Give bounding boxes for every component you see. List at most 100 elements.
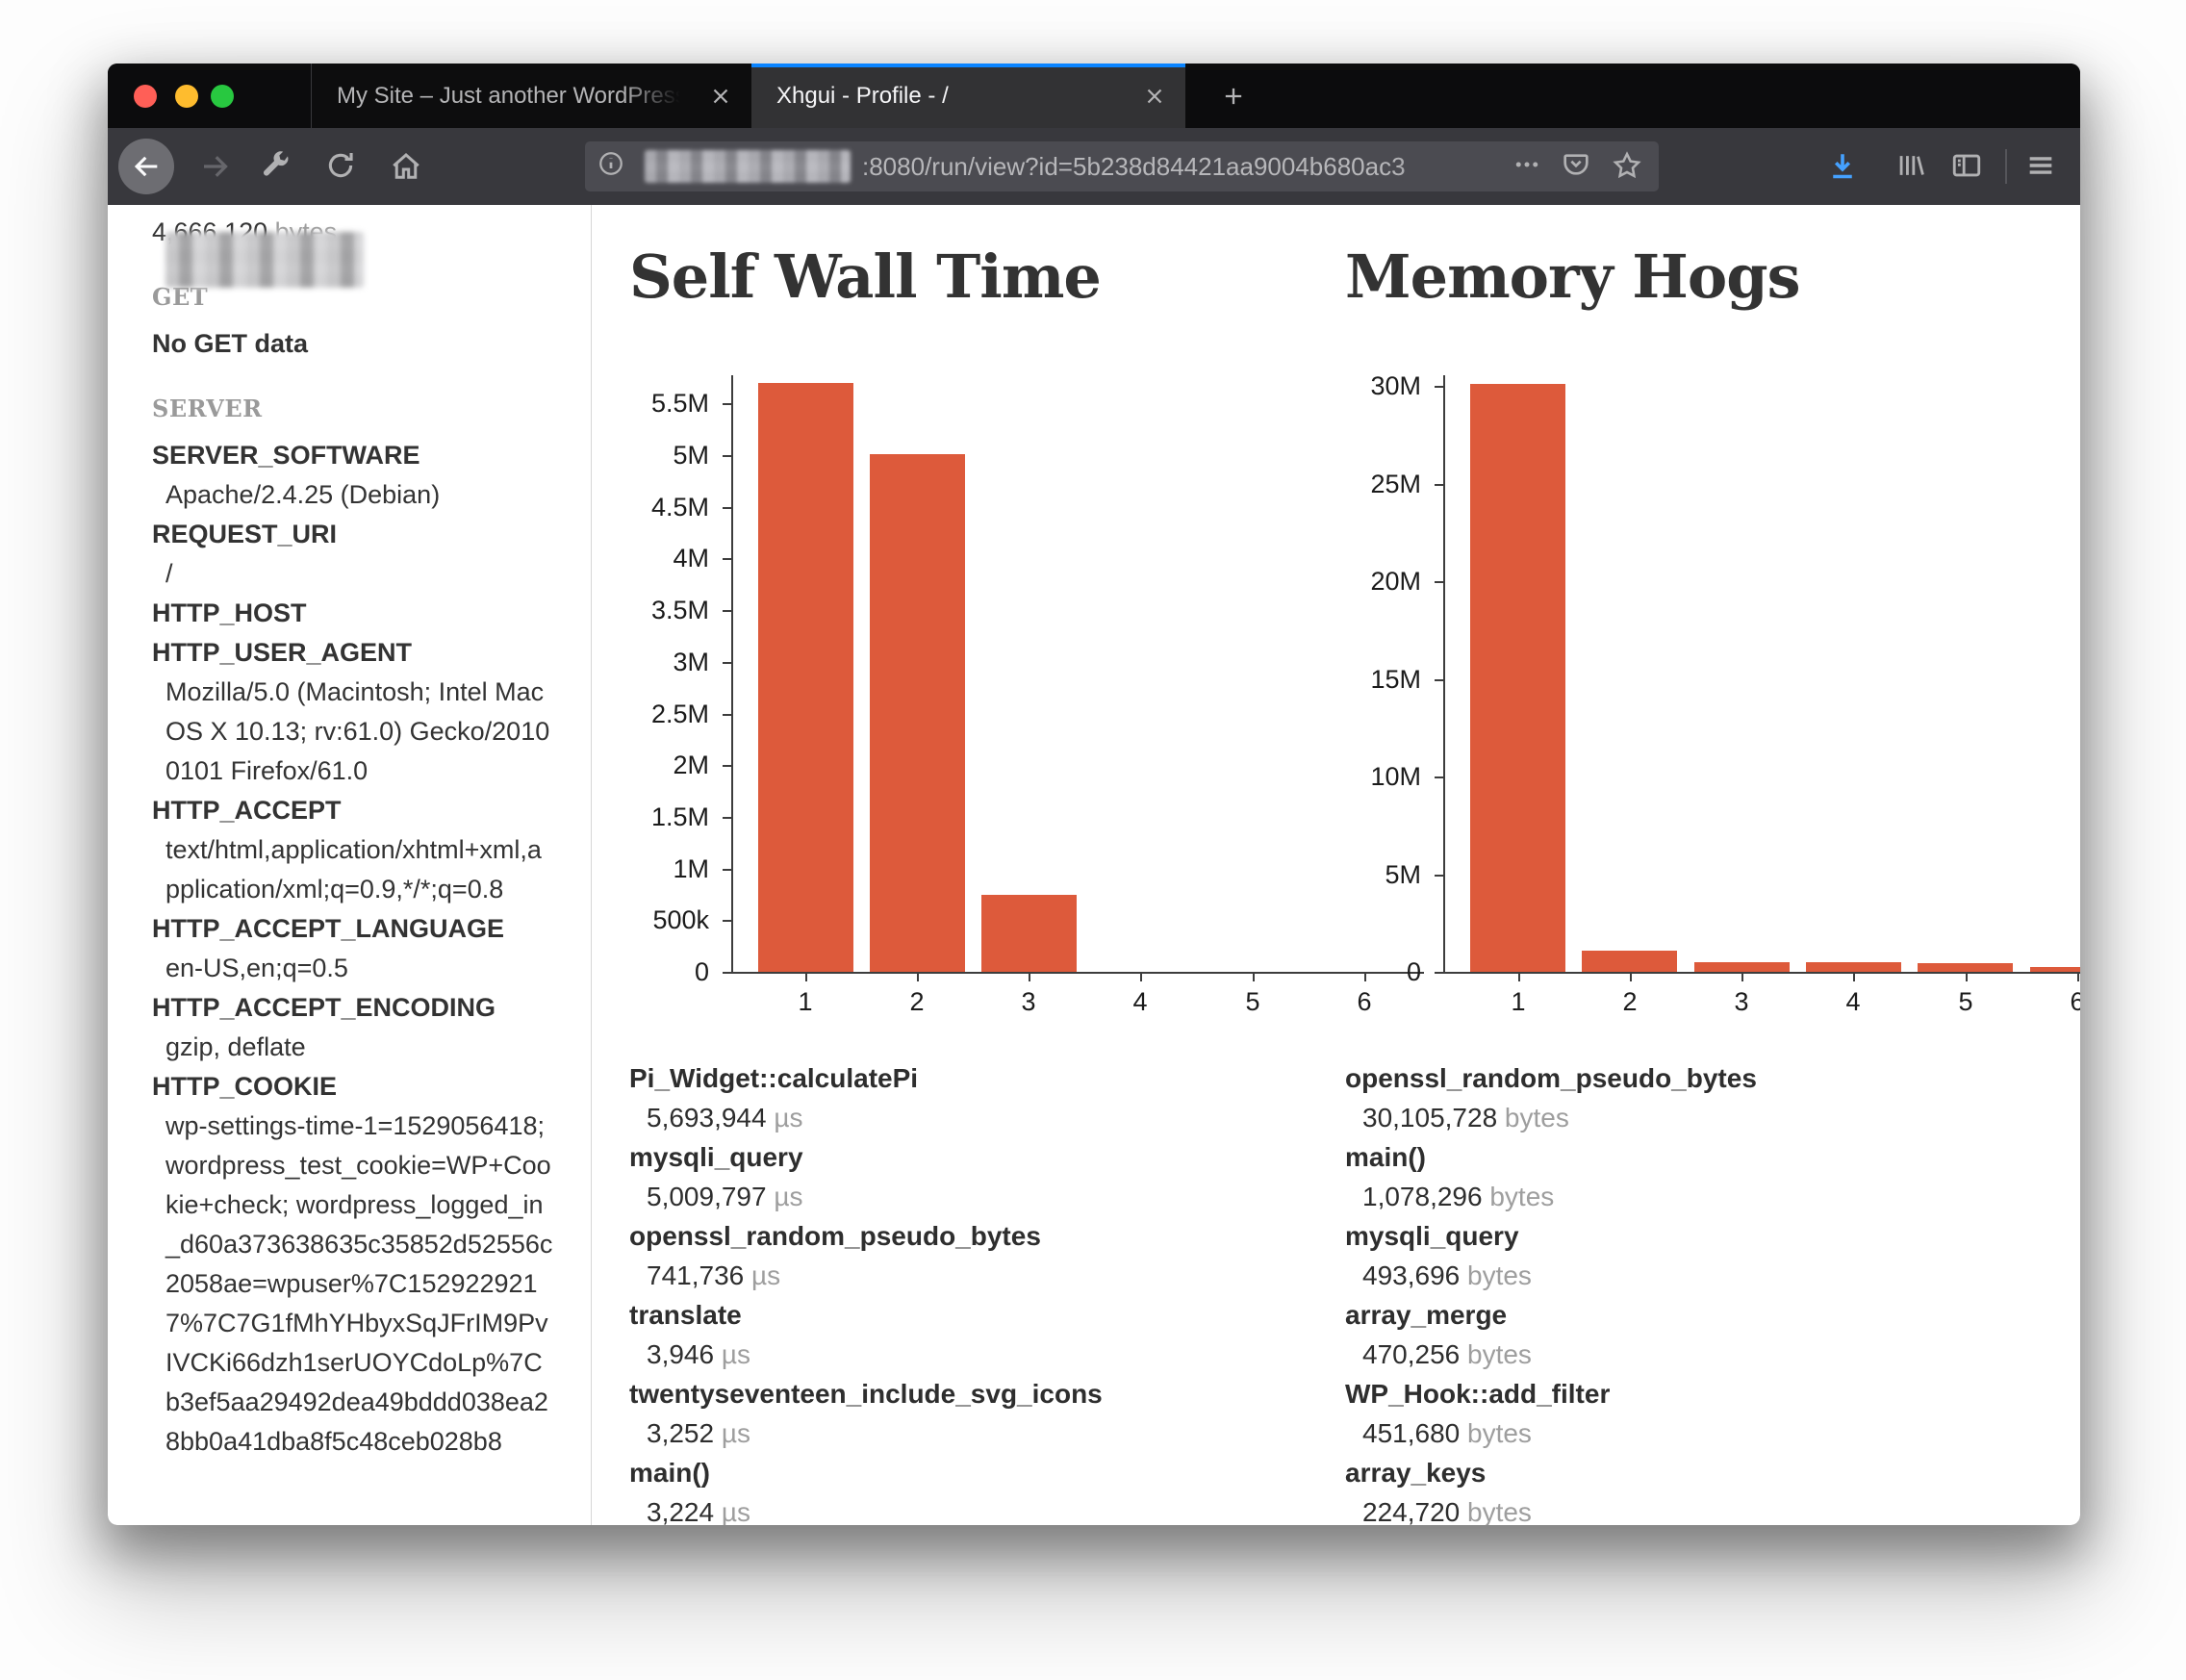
y-tick-mark — [1435, 776, 1443, 778]
value-unit: µs — [722, 1339, 750, 1369]
x-tick-label: 3 — [998, 985, 1059, 1018]
value-unit: µs — [751, 1260, 780, 1290]
value-unit: bytes — [1467, 1339, 1532, 1369]
sidebar-toggle-icon[interactable] — [1950, 149, 1985, 184]
pocket-icon[interactable] — [1561, 149, 1595, 184]
function-value: 1,078,296 bytes — [1362, 1177, 1757, 1216]
function-name: openssl_random_pseudo_bytes — [1345, 1058, 1757, 1098]
y-tick-label: 2M — [574, 749, 709, 781]
url-bar[interactable]: :8080/run/view?id=5b238d84421aa9004b680a… — [585, 141, 1659, 191]
hamburger-menu-icon[interactable] — [2024, 149, 2059, 184]
bar[interactable] — [1806, 962, 1901, 972]
function-name: Pi_Widget::calculatePi — [629, 1058, 1103, 1098]
library-icon[interactable] — [1894, 149, 1929, 184]
function-value: 741,736 µs — [647, 1256, 1103, 1295]
y-tick-mark — [723, 403, 731, 405]
y-tick-mark — [1435, 484, 1443, 486]
value-number: 493,696 — [1362, 1260, 1467, 1290]
window-zoom-button[interactable] — [211, 85, 234, 108]
y-tick-mark — [1435, 875, 1443, 877]
y-tick-label: 30M — [1286, 369, 1421, 402]
bar[interactable] — [1582, 951, 1677, 972]
x-tick-label: 1 — [775, 985, 836, 1018]
x-tick-mark — [1630, 974, 1632, 981]
x-tick-label: 1 — [1487, 985, 1549, 1018]
info-icon[interactable] — [597, 149, 631, 184]
function-name: WP_Hook::add_filter — [1345, 1374, 1757, 1413]
value-number: 224,720 — [1362, 1497, 1467, 1525]
x-tick-label: 5 — [1935, 985, 1996, 1018]
y-tick-label: 0 — [574, 955, 709, 988]
x-tick-mark — [1853, 974, 1855, 981]
y-tick-label: 10M — [1286, 760, 1421, 793]
new-tab-button[interactable] — [1205, 64, 1262, 128]
bar[interactable] — [2030, 967, 2080, 972]
y-tick-mark — [723, 455, 731, 457]
close-icon[interactable] — [1124, 64, 1185, 128]
value-number: 3,946 — [647, 1339, 722, 1369]
function-name: mysqli_query — [1345, 1216, 1757, 1256]
wall-time-function-list: Pi_Widget::calculatePi5,693,944 µsmysqli… — [629, 1058, 1103, 1525]
function-name: main() — [1345, 1137, 1757, 1177]
y-tick-label: 2.5M — [574, 698, 709, 730]
value-unit: bytes — [1505, 1103, 1569, 1133]
y-tick-label: 500k — [574, 904, 709, 936]
function-value: 30,105,728 bytes — [1362, 1098, 1757, 1137]
toolbar-separator — [2005, 149, 2007, 184]
value-number: 30,105,728 — [1362, 1103, 1505, 1133]
y-tick-mark — [723, 610, 731, 612]
bar[interactable] — [870, 454, 965, 972]
y-tick-label: 5.5M — [574, 387, 709, 420]
y-axis-line — [1443, 375, 1445, 974]
x-tick-mark — [1140, 974, 1142, 981]
y-tick-mark — [723, 972, 731, 974]
window-minimize-button[interactable] — [175, 85, 198, 108]
bar[interactable] — [1918, 963, 2013, 972]
x-tick-label: 2 — [886, 985, 948, 1018]
x-tick-label: 5 — [1222, 985, 1284, 1018]
x-tick-mark — [805, 974, 807, 981]
browser-window: My Site – Just another WordPress si Xhgu… — [108, 64, 2080, 1525]
bar[interactable] — [1694, 962, 1790, 972]
window-close-button[interactable] — [134, 85, 157, 108]
y-tick-mark — [723, 817, 731, 819]
bar[interactable] — [1470, 384, 1565, 972]
function-value: 5,693,944 µs — [647, 1098, 1103, 1137]
x-axis-line — [1443, 972, 2080, 974]
x-tick-mark — [1966, 974, 1968, 981]
function-name: twentyseventeen_include_svg_icons — [629, 1374, 1103, 1413]
page-actions-ellipsis-icon[interactable] — [1512, 150, 1547, 185]
bar[interactable] — [981, 895, 1077, 972]
bar[interactable] — [758, 383, 853, 972]
y-tick-mark — [1435, 972, 1443, 974]
x-tick-label: 6 — [2046, 985, 2080, 1018]
value-unit: bytes — [1467, 1497, 1532, 1525]
download-icon[interactable] — [1825, 149, 1860, 184]
forward-icon[interactable] — [198, 149, 233, 184]
navigation-toolbar: :8080/run/view?id=5b238d84421aa9004b680a… — [108, 128, 2080, 205]
back-icon — [130, 150, 163, 183]
function-value: 470,256 bytes — [1362, 1335, 1757, 1374]
function-name: openssl_random_pseudo_bytes — [629, 1216, 1103, 1256]
reload-icon[interactable] — [324, 149, 359, 184]
url-text-fade — [1393, 143, 1499, 190]
y-tick-label: 0 — [1286, 955, 1421, 988]
bookmark-star-icon[interactable] — [1611, 149, 1645, 184]
home-icon[interactable] — [389, 149, 423, 184]
close-icon[interactable] — [690, 64, 751, 128]
x-tick-label: 4 — [1822, 985, 1884, 1018]
value-number: 5,693,944 — [647, 1103, 774, 1133]
x-tick-mark — [2077, 974, 2079, 981]
value-unit: µs — [774, 1103, 802, 1133]
value-unit: µs — [722, 1497, 750, 1525]
tab-my-site[interactable]: My Site – Just another WordPress si — [311, 64, 751, 128]
tab-xhgui-profile[interactable]: Xhgui - Profile - / — [751, 64, 1185, 128]
value-number: 1,078,296 — [1362, 1182, 1489, 1211]
y-tick-label: 5M — [574, 439, 709, 471]
back-button[interactable] — [118, 139, 174, 194]
x-tick-label: 3 — [1711, 985, 1772, 1018]
wrench-icon[interactable] — [261, 149, 295, 184]
function-value: 5,009,797 µs — [647, 1177, 1103, 1216]
function-name: array_keys — [1345, 1453, 1757, 1492]
function-name: main() — [629, 1453, 1103, 1492]
